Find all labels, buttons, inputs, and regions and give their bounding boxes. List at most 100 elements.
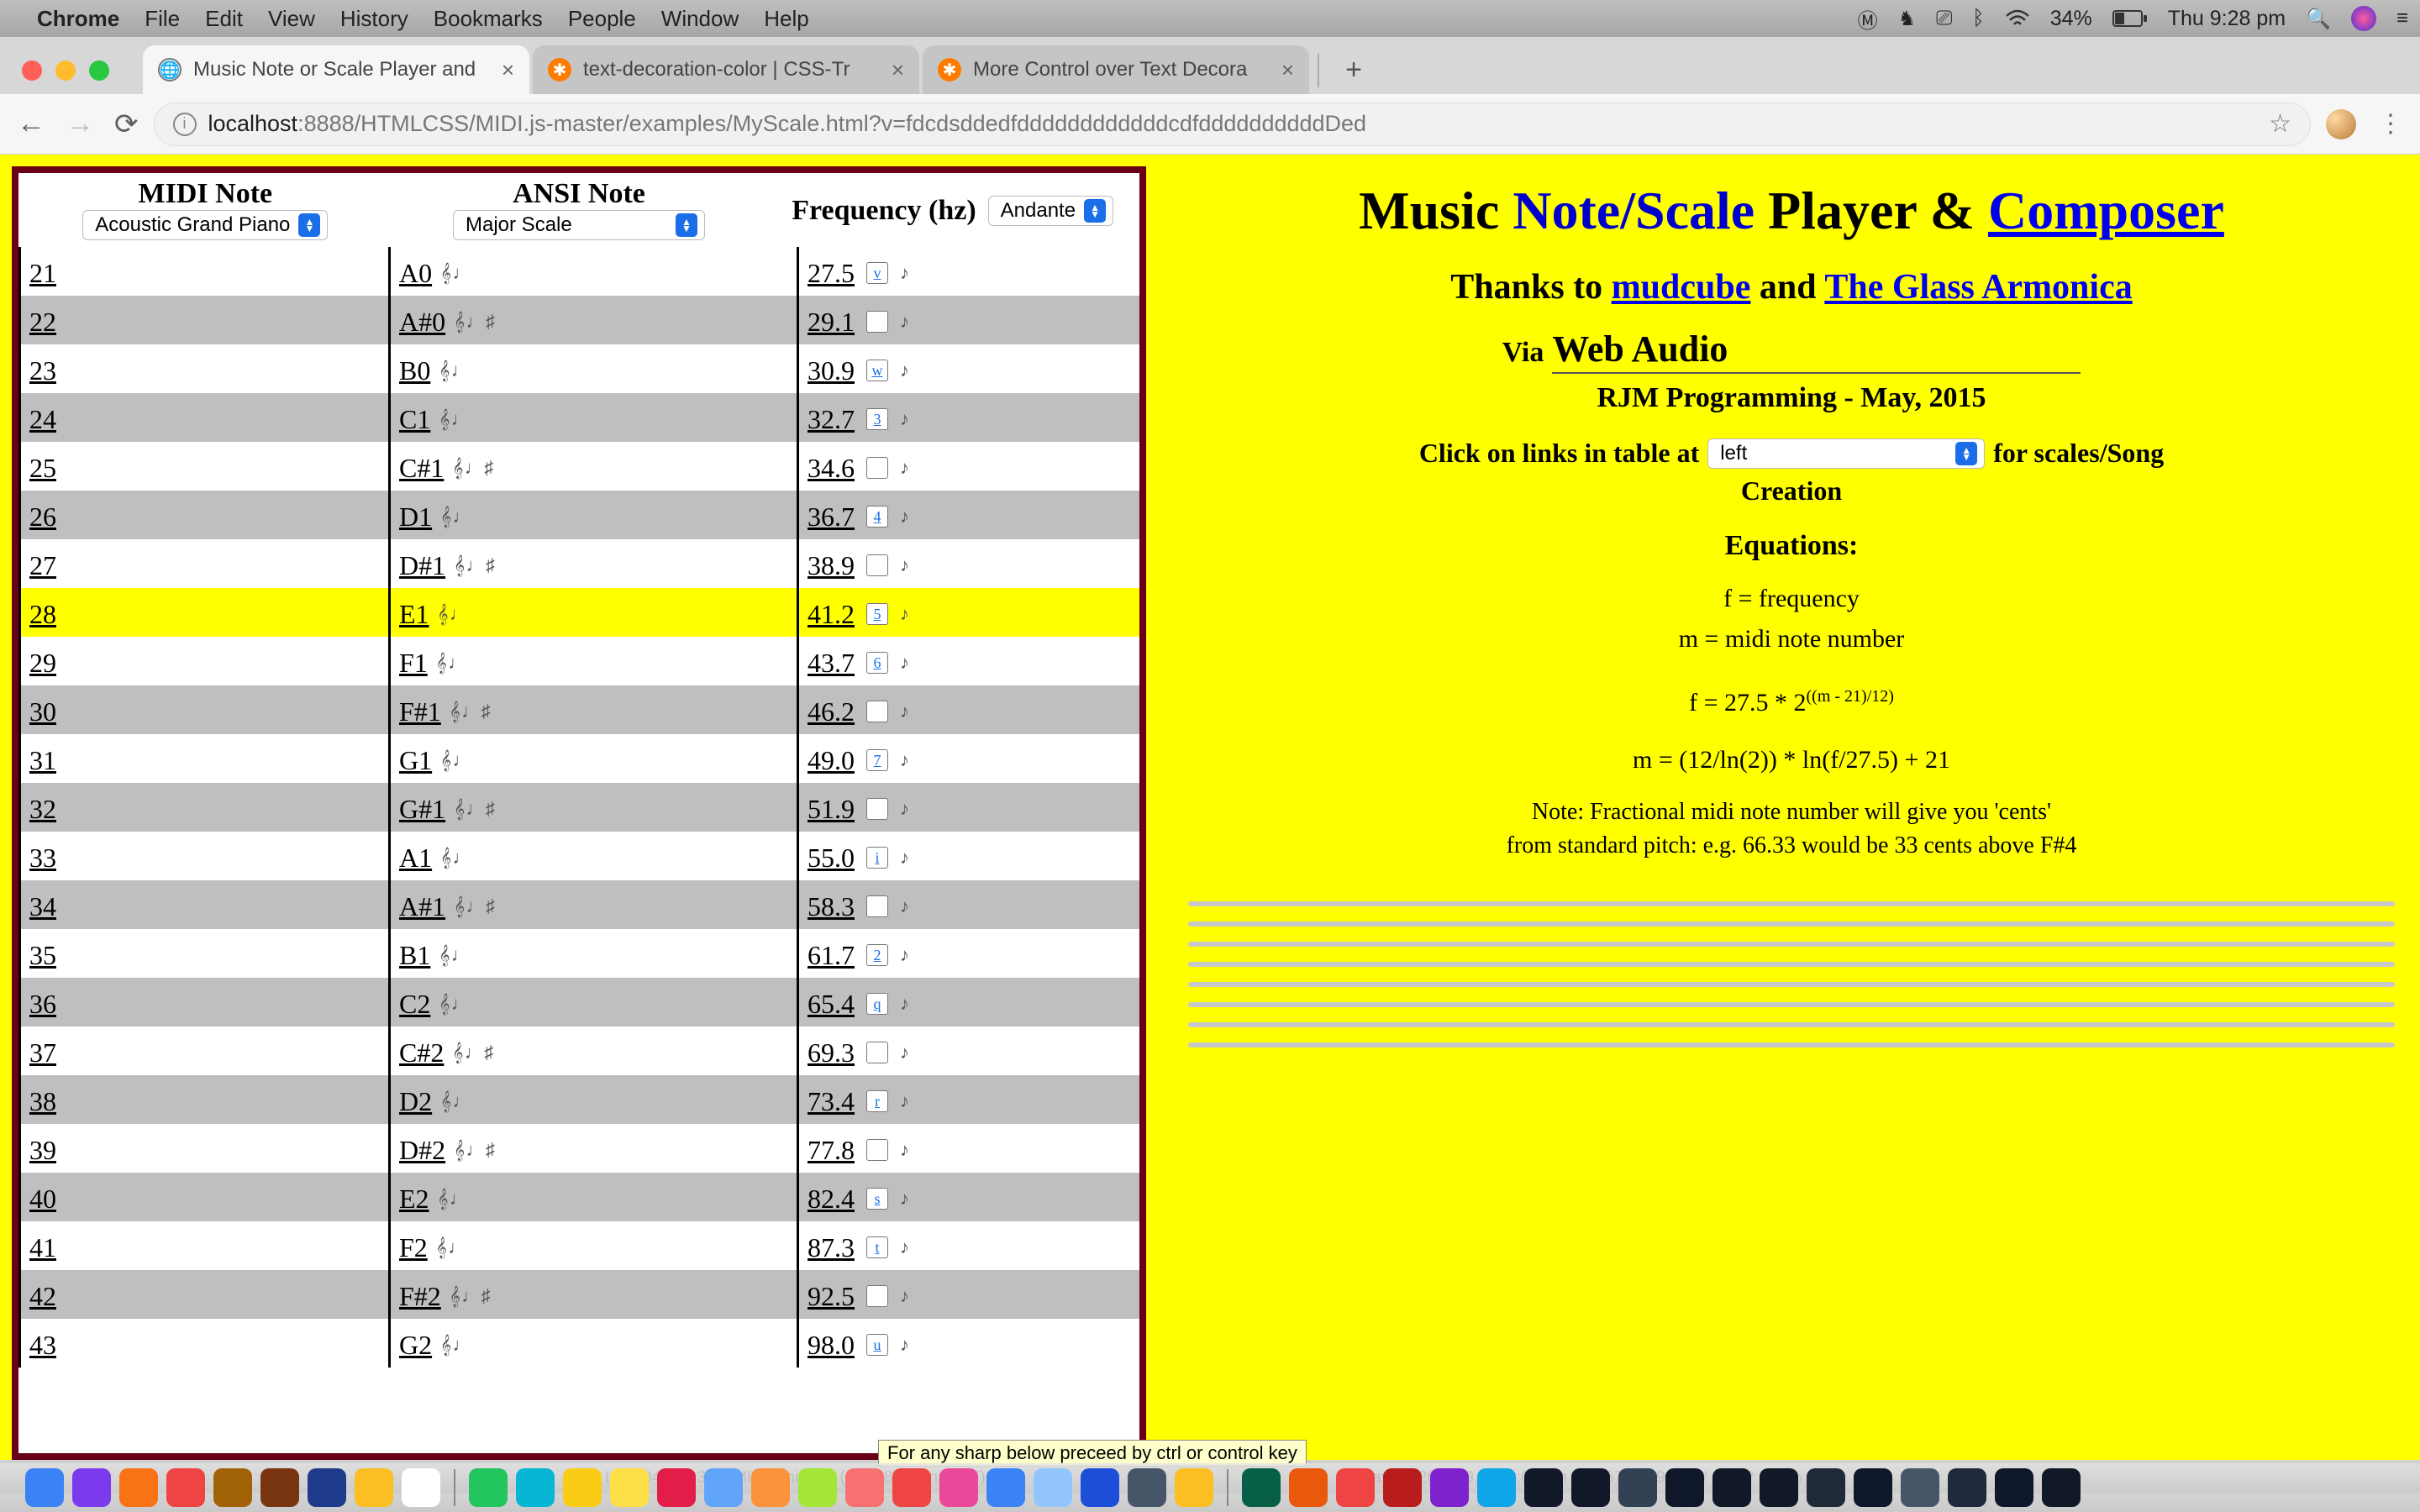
dock-app-icon[interactable] bbox=[1081, 1468, 1119, 1507]
key-hint-box[interactable] bbox=[866, 798, 888, 820]
midi-link[interactable]: 37 bbox=[29, 1037, 56, 1068]
key-hint-box[interactable]: s bbox=[866, 1188, 888, 1210]
freq-link[interactable]: 58.3 bbox=[808, 891, 855, 922]
midi-link[interactable]: 34 bbox=[29, 891, 56, 922]
dock-app-icon[interactable] bbox=[119, 1468, 158, 1507]
ansi-link[interactable]: D1 bbox=[399, 501, 432, 533]
dock-app-icon[interactable] bbox=[516, 1468, 555, 1507]
freq-link[interactable]: 49.0 bbox=[808, 745, 855, 776]
key-hint-box[interactable]: 5 bbox=[866, 603, 888, 625]
ansi-link[interactable]: D#2 bbox=[399, 1135, 445, 1166]
dock-app-icon[interactable] bbox=[1571, 1468, 1610, 1507]
dock-app-icon[interactable] bbox=[610, 1468, 649, 1507]
freq-link[interactable]: 61.7 bbox=[808, 940, 855, 971]
ansi-link[interactable]: D#1 bbox=[399, 550, 445, 581]
dock-app-icon[interactable] bbox=[1289, 1468, 1328, 1507]
midi-link[interactable]: 30 bbox=[29, 696, 56, 727]
menubar-app-icon[interactable]: ♞ bbox=[1898, 7, 1917, 31]
dock-app-icon[interactable] bbox=[308, 1468, 346, 1507]
profile-avatar[interactable] bbox=[2326, 109, 2356, 139]
key-hint-box[interactable]: 6 bbox=[866, 652, 888, 674]
dock-app-icon[interactable] bbox=[1175, 1468, 1213, 1507]
ansi-link[interactable]: C#1 bbox=[399, 453, 444, 484]
midi-link[interactable]: 40 bbox=[29, 1184, 56, 1215]
midi-link[interactable]: 26 bbox=[29, 501, 56, 533]
menu-bookmarks[interactable]: Bookmarks bbox=[434, 6, 543, 32]
menubar-airplay-icon[interactable]: ⎚ bbox=[1936, 7, 1952, 30]
ansi-link[interactable]: A1 bbox=[399, 843, 432, 874]
dock-app-icon[interactable] bbox=[845, 1468, 884, 1507]
ansi-link[interactable]: C2 bbox=[399, 989, 430, 1020]
freq-link[interactable]: 36.7 bbox=[808, 501, 855, 533]
key-hint-box[interactable] bbox=[866, 1139, 888, 1161]
dock-app-icon[interactable] bbox=[563, 1468, 602, 1507]
midi-link[interactable]: 22 bbox=[29, 307, 56, 338]
menubar-app[interactable]: Chrome bbox=[37, 6, 119, 32]
dock-app-icon[interactable] bbox=[1034, 1468, 1072, 1507]
midi-link[interactable]: 23 bbox=[29, 355, 56, 386]
freq-link[interactable]: 82.4 bbox=[808, 1184, 855, 1215]
dock-app-icon[interactable] bbox=[213, 1468, 252, 1507]
menubar-wifi-icon[interactable] bbox=[2005, 9, 2030, 28]
dock-app-icon[interactable] bbox=[892, 1468, 931, 1507]
menubar-bluetooth-icon[interactable]: ᛒ bbox=[1972, 7, 1984, 30]
freq-link[interactable]: 92.5 bbox=[808, 1281, 855, 1312]
dock-app-icon[interactable] bbox=[1948, 1468, 1986, 1507]
ansi-link[interactable]: B1 bbox=[399, 940, 430, 971]
menu-help[interactable]: Help bbox=[764, 6, 808, 32]
nav-back-button[interactable]: ← bbox=[17, 108, 45, 141]
dock-app-icon[interactable] bbox=[2042, 1468, 2081, 1507]
key-hint-box[interactable]: w bbox=[866, 360, 888, 381]
menubar-siri-icon[interactable] bbox=[2351, 6, 2376, 31]
dock-app-icon[interactable] bbox=[1336, 1468, 1375, 1507]
dock-app-icon[interactable] bbox=[1524, 1468, 1563, 1507]
tab-close-button[interactable]: × bbox=[1281, 57, 1294, 83]
browser-tab[interactable]: ✱text-decoration-color | CSS-Tr× bbox=[533, 45, 919, 94]
mudcube-link[interactable]: mudcube bbox=[1612, 268, 1751, 307]
window-zoom-button[interactable] bbox=[89, 60, 109, 81]
menubar-battery-icon[interactable] bbox=[2112, 10, 2148, 27]
midi-link[interactable]: 25 bbox=[29, 453, 56, 484]
freq-link[interactable]: 41.2 bbox=[808, 599, 855, 630]
browser-tab[interactable]: ✱More Control over Text Decora× bbox=[923, 45, 1309, 94]
nav-forward-button[interactable]: → bbox=[66, 108, 94, 141]
dock-app-icon[interactable] bbox=[1995, 1468, 2033, 1507]
dock-app-icon[interactable] bbox=[1901, 1468, 1939, 1507]
dock-app-icon[interactable] bbox=[1854, 1468, 1892, 1507]
dock-app-icon[interactable] bbox=[166, 1468, 205, 1507]
freq-link[interactable]: 87.3 bbox=[808, 1232, 855, 1263]
key-hint-box[interactable]: 4 bbox=[866, 506, 888, 528]
tab-close-button[interactable]: × bbox=[892, 57, 904, 83]
tempo-select[interactable]: Andante ▲▼ bbox=[988, 196, 1113, 226]
dock-app-icon[interactable] bbox=[1430, 1468, 1469, 1507]
key-hint-box[interactable]: i bbox=[866, 847, 888, 869]
menubar-mamp-icon[interactable]: Ⓜ bbox=[1858, 4, 1878, 34]
midi-link[interactable]: 39 bbox=[29, 1135, 56, 1166]
dock-app-icon[interactable] bbox=[751, 1468, 790, 1507]
browser-tab[interactable]: 🌐Music Note or Scale Player and× bbox=[143, 45, 529, 94]
menu-window[interactable]: Window bbox=[661, 6, 739, 32]
midi-link[interactable]: 21 bbox=[29, 258, 56, 289]
key-hint-box[interactable]: 3 bbox=[866, 408, 888, 430]
ansi-link[interactable]: E1 bbox=[399, 599, 429, 630]
dock-app-icon[interactable] bbox=[402, 1468, 440, 1507]
midi-link[interactable]: 32 bbox=[29, 794, 56, 825]
key-hint-box[interactable] bbox=[866, 554, 888, 576]
ansi-link[interactable]: C1 bbox=[399, 404, 430, 435]
midi-link[interactable]: 36 bbox=[29, 989, 56, 1020]
dock-app-icon[interactable] bbox=[25, 1468, 64, 1507]
ansi-link[interactable]: F#1 bbox=[399, 696, 441, 727]
window-minimize-button[interactable] bbox=[55, 60, 76, 81]
nav-reload-button[interactable]: ⟳ bbox=[114, 108, 139, 141]
midi-link[interactable]: 35 bbox=[29, 940, 56, 971]
key-hint-box[interactable]: r bbox=[866, 1090, 888, 1112]
bookmark-star-icon[interactable]: ☆ bbox=[2269, 109, 2291, 139]
ansi-link[interactable]: A#0 bbox=[399, 307, 445, 338]
dock-app-icon[interactable] bbox=[1383, 1468, 1422, 1507]
freq-link[interactable]: 32.7 bbox=[808, 404, 855, 435]
position-select[interactable]: left ▲▼ bbox=[1707, 438, 1985, 469]
dock-app-icon[interactable] bbox=[939, 1468, 978, 1507]
dock-app-icon[interactable] bbox=[1807, 1468, 1845, 1507]
menu-edit[interactable]: Edit bbox=[205, 6, 243, 32]
ansi-link[interactable]: F1 bbox=[399, 648, 428, 679]
